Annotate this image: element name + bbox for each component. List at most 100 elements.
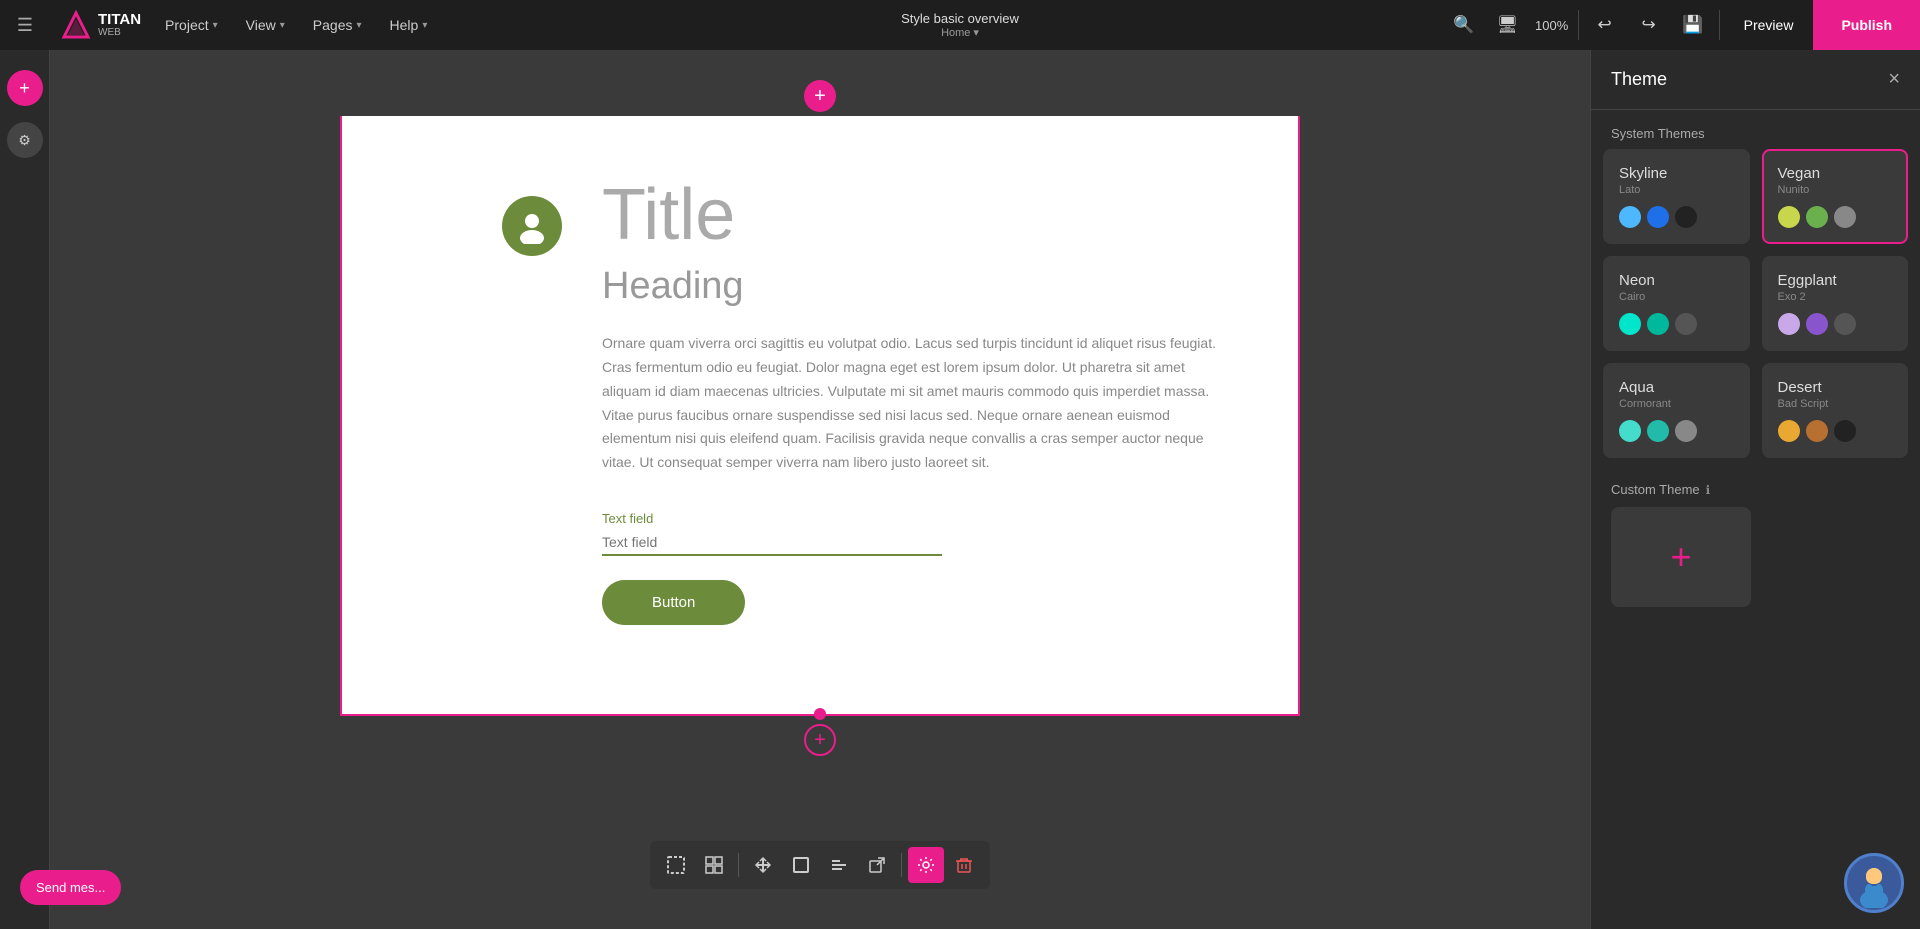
nav-project[interactable]: Project ▾ <box>151 0 232 50</box>
color-swatch <box>1806 420 1828 442</box>
canvas-area: + Title Heading Or <box>50 50 1590 929</box>
move-icon <box>754 856 772 874</box>
page-heading-text: Heading <box>602 265 1218 308</box>
top-navigation: ☰ TITAN WEB Project ▾ View ▾ Pages ▾ Hel… <box>0 0 1920 50</box>
nav-menu: Project ▾ View ▾ Pages ▾ Help ▾ <box>151 0 441 50</box>
toolbar-sep1 <box>738 853 739 877</box>
publish-button[interactable]: Publish <box>1813 0 1920 50</box>
theme-eggplant-name: Eggplant <box>1778 272 1893 289</box>
content-row: Title Heading Ornare quam viverra orci s… <box>502 176 1218 625</box>
custom-theme-section: Custom Theme ℹ + <box>1591 470 1920 627</box>
logo-icon <box>60 9 92 41</box>
text-field-input[interactable] <box>602 530 942 556</box>
add-section-top-button[interactable]: + <box>804 80 836 112</box>
preview-button[interactable]: Preview <box>1724 0 1814 50</box>
plus-icon: + <box>1670 536 1691 578</box>
hamburger-icon: ☰ <box>17 15 33 36</box>
delete-button[interactable] <box>946 847 982 883</box>
theme-close-button[interactable]: × <box>1888 68 1900 91</box>
text-field-label: Text field <box>602 511 1218 526</box>
theme-desert-font: Bad Script <box>1778 398 1893 410</box>
container-button[interactable] <box>783 847 819 883</box>
grid-icon <box>705 856 723 874</box>
zoom-button[interactable]: 100% <box>1530 0 1574 50</box>
undo-button[interactable]: ↩ <box>1583 0 1627 50</box>
theme-panel-title: Theme <box>1611 69 1667 90</box>
theme-neon-colors <box>1619 313 1734 335</box>
theme-aqua-colors <box>1619 420 1734 442</box>
color-swatch <box>1647 420 1669 442</box>
theme-desert[interactable]: Desert Bad Script <box>1762 363 1909 458</box>
device-preview-button[interactable]: 🖥 <box>1486 0 1530 50</box>
color-swatch <box>1834 313 1856 335</box>
settings-icon <box>917 856 935 874</box>
add-custom-theme-button[interactable]: + <box>1611 507 1751 607</box>
add-section-bottom-button[interactable]: + <box>804 724 836 756</box>
hamburger-menu[interactable]: ☰ <box>0 0 50 50</box>
nav-help[interactable]: Help ▾ <box>376 0 442 50</box>
nav-divider2 <box>1719 10 1720 40</box>
settings-sidebar-button[interactable]: ⚙ <box>7 122 43 158</box>
logo-text: TITAN <box>98 12 141 27</box>
color-swatch <box>1675 420 1697 442</box>
system-themes-label: System Themes <box>1591 110 1920 149</box>
color-swatch <box>1647 313 1669 335</box>
chevron-down-icon: ▾ <box>280 20 285 31</box>
color-swatch <box>1834 420 1856 442</box>
color-swatch <box>1806 206 1828 228</box>
grid-button[interactable] <box>696 847 732 883</box>
save-button[interactable]: 💾 <box>1671 0 1715 50</box>
color-swatch <box>1778 313 1800 335</box>
theme-vegan-font: Nunito <box>1778 184 1893 196</box>
color-swatch <box>1675 206 1697 228</box>
add-element-button[interactable]: + <box>7 70 43 106</box>
theme-desert-name: Desert <box>1778 379 1893 396</box>
color-swatch <box>1647 206 1669 228</box>
dashed-border-icon <box>667 856 685 874</box>
theme-skyline[interactable]: Skyline Lato <box>1603 149 1750 244</box>
theme-panel-header: Theme × <box>1591 50 1920 110</box>
theme-desert-colors <box>1778 420 1893 442</box>
redo-button[interactable]: ↪ <box>1627 0 1671 50</box>
theme-aqua-font: Cormorant <box>1619 398 1734 410</box>
logo: TITAN WEB <box>50 9 151 41</box>
external-link-icon <box>868 856 886 874</box>
theme-aqua-name: Aqua <box>1619 379 1734 396</box>
align-icon <box>830 856 848 874</box>
content-text-block: Title Heading Ornare quam viverra orci s… <box>602 176 1218 625</box>
avatar-image <box>1849 858 1899 908</box>
settings-button[interactable] <box>908 847 944 883</box>
info-icon: ℹ <box>1706 483 1711 497</box>
help-avatar[interactable] <box>1844 853 1904 913</box>
avatar <box>502 196 562 256</box>
nav-pages[interactable]: Pages ▾ <box>299 0 376 50</box>
color-swatch <box>1619 206 1641 228</box>
search-button[interactable]: 🔍 <box>1442 0 1486 50</box>
color-swatch <box>1675 313 1697 335</box>
dashed-border-button[interactable] <box>658 847 694 883</box>
theme-skyline-name: Skyline <box>1619 165 1734 182</box>
main-layout: + ⚙ + Title <box>0 50 1920 929</box>
external-link-button[interactable] <box>859 847 895 883</box>
theme-vegan[interactable]: Vegan Nunito <box>1762 149 1909 244</box>
theme-neon[interactable]: Neon Cairo <box>1603 256 1750 351</box>
theme-aqua[interactable]: Aqua Cormorant <box>1603 363 1750 458</box>
theme-eggplant[interactable]: Eggplant Exo 2 <box>1762 256 1909 351</box>
logo-subtext: WEB <box>98 27 141 38</box>
color-swatch <box>1619 420 1641 442</box>
page-title-nav: Style basic overview <box>901 11 1019 26</box>
move-button[interactable] <box>745 847 781 883</box>
nav-center-info: Style basic overview Home ▾ <box>901 11 1019 39</box>
nav-divider <box>1578 10 1579 40</box>
chat-button[interactable]: Send mes... <box>20 870 121 905</box>
chevron-down-icon: ▾ <box>356 20 361 31</box>
chevron-down-icon: ▾ <box>422 20 427 31</box>
nav-view[interactable]: View ▾ <box>232 0 299 50</box>
container-icon <box>792 856 810 874</box>
left-sidebar: + ⚙ <box>0 50 50 929</box>
page-button[interactable]: Button <box>602 580 745 625</box>
nav-right-actions: 🔍 🖥 100% ↩ ↪ 💾 Preview Publish <box>1442 0 1920 50</box>
align-button[interactable] <box>821 847 857 883</box>
color-swatch <box>1806 313 1828 335</box>
resize-handle[interactable] <box>814 708 826 720</box>
